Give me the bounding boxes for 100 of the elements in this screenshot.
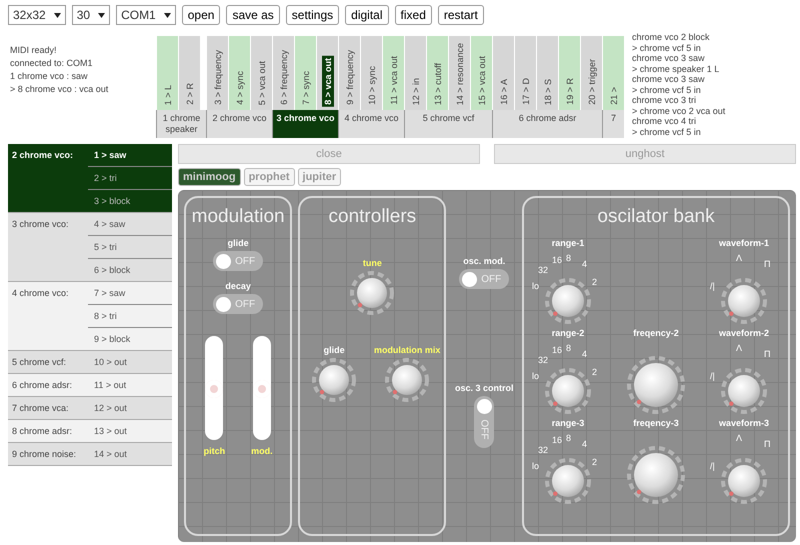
connection-line: > chrome vco 2 vca out (632, 106, 726, 116)
device-header[interactable]: 6 chrome adsr (492, 110, 602, 138)
output-item[interactable]: 7 > saw (88, 282, 172, 305)
knob[interactable] (544, 457, 592, 505)
patch-input-tab[interactable]: 9 > frequency (338, 36, 360, 110)
device-name: 9 chrome noise: (11, 448, 78, 461)
output-item[interactable]: 1 > saw (88, 144, 172, 167)
scale-mark: 16 (552, 435, 562, 445)
patch-input-tab[interactable]: 18 > S (536, 36, 558, 110)
device-name: 5 chrome vcf: (11, 356, 68, 369)
dropdown[interactable]: 32x32 (8, 5, 66, 25)
toolbar-button[interactable]: settings (286, 5, 340, 25)
output-item[interactable]: 9 > block (88, 328, 172, 350)
patch-input-tab[interactable]: 13 > cutoff (426, 36, 448, 110)
scale-mark: Λ (736, 433, 742, 443)
patch-input-tab[interactable]: 17 > D (514, 36, 536, 110)
knob[interactable] (385, 358, 430, 402)
control-label: osc. 3 control (454, 383, 514, 393)
scale-mark: 8 (566, 343, 572, 353)
knob[interactable] (544, 367, 592, 415)
scale-mark: Π (764, 259, 771, 269)
knob[interactable] (544, 277, 592, 325)
connection-line: > chrome vcf 5 in (632, 42, 702, 53)
connection-line: chrome vco 3 saw (632, 74, 706, 84)
scale-mark: 32 (538, 445, 548, 455)
caret-icon (164, 12, 171, 18)
toolbar-button[interactable]: fixed (394, 5, 432, 25)
device-header[interactable]: 3 chrome vco (272, 110, 338, 138)
control-label: waveform-1 (719, 238, 770, 248)
scale-mark: 16 (552, 255, 562, 265)
device-header[interactable]: 7 (602, 110, 624, 138)
control-label: glide (324, 345, 345, 355)
patch-input-tab[interactable]: 11 > vca out (382, 36, 404, 110)
device-header[interactable]: 4 chrome vco (338, 110, 404, 138)
control-label: freqency-2 (633, 328, 679, 338)
knob[interactable] (626, 445, 686, 505)
dropdown[interactable]: COM1 (116, 5, 176, 25)
patch-input-tab[interactable]: 2 > R (178, 36, 200, 110)
toolbar-button[interactable]: save as (226, 5, 280, 25)
toolbar-button[interactable]: open (182, 5, 220, 25)
knob[interactable] (350, 271, 394, 315)
log-line: connected to: COM1 (10, 57, 94, 70)
scale-mark: Π (764, 349, 771, 359)
patch-input-tab[interactable]: 15 > vca out (470, 36, 492, 110)
patch-input-tab[interactable]: 10 > sync (360, 36, 382, 110)
toolbar-button[interactable]: restart (438, 5, 484, 25)
output-item[interactable]: 3 > block (88, 190, 172, 212)
output-item[interactable]: 10 > out (88, 351, 172, 373)
patch-input-tab[interactable]: 21 > (602, 36, 624, 110)
scale-mark: lo (532, 461, 540, 471)
patch-input-tab[interactable]: 14 > resonance (448, 36, 470, 110)
control-label: freqency-3 (633, 418, 679, 428)
output-item[interactable]: 4 > saw (88, 213, 172, 236)
control-label: mod. (251, 446, 273, 456)
output-item[interactable]: 5 > tri (88, 236, 172, 259)
knob[interactable] (312, 358, 356, 402)
caret-icon (54, 12, 61, 18)
output-item[interactable]: 2 > tri (88, 167, 172, 190)
patch-input-tab[interactable]: 16 > A (492, 36, 514, 110)
scale-mark: lo (532, 281, 540, 291)
scale-mark: Λ (736, 343, 742, 353)
patch-input-tab[interactable]: 6 > frequency (272, 36, 294, 110)
slider-thumb[interactable] (252, 380, 271, 398)
output-item[interactable]: 14 > out (88, 443, 172, 465)
scale-mark: 4 (582, 439, 588, 449)
log-line: > 8 chrome vco : vca out (10, 83, 110, 96)
device-header[interactable]: 2 chrome vco (206, 110, 272, 138)
output-item[interactable]: 6 > block (88, 259, 172, 281)
patch-input-tab[interactable]: 8 > vca out (316, 36, 338, 110)
patch-input-tab[interactable]: 19 > R (558, 36, 580, 110)
scale-mark: 4 (582, 349, 588, 359)
log-line: 1 chrome vco : saw (10, 70, 89, 83)
scale-mark: 4 (582, 259, 588, 269)
section-title: oscilator bank (597, 206, 715, 228)
control-label: waveform-2 (719, 328, 770, 338)
output-item[interactable]: 8 > tri (88, 305, 172, 328)
patch-input-tab[interactable]: 20 > trigger (580, 36, 602, 110)
output-item[interactable]: 12 > out (88, 397, 172, 419)
patch-input-tab[interactable]: 1 > L (156, 36, 178, 110)
connection-line: chrome vco 2 block (632, 32, 711, 42)
control-label: pitch (204, 446, 226, 456)
device-header[interactable]: 5 chrome vcf (404, 110, 492, 138)
knob[interactable] (720, 367, 768, 415)
patch-input-tab[interactable]: 3 > frequency (206, 36, 228, 110)
device-header[interactable]: 1 chrome speaker (156, 110, 206, 138)
patch-input-tab[interactable]: 7 > sync (294, 36, 316, 110)
toolbar-button[interactable]: digital (345, 5, 389, 25)
dropdown[interactable]: 30 (72, 5, 110, 25)
slider-thumb[interactable] (205, 380, 224, 398)
output-item[interactable]: 11 > out (88, 374, 172, 396)
patch-input-tab[interactable]: 5 > vca out (250, 36, 272, 110)
scale-mark: Π (764, 439, 771, 449)
output-item[interactable]: 13 > out (88, 420, 172, 442)
patch-input-tab[interactable]: 12 > in (404, 36, 426, 110)
preset-tab[interactable]: minimoog (178, 168, 241, 186)
patch-input-tab[interactable]: 4 > sync (228, 36, 250, 110)
knob[interactable] (626, 355, 686, 415)
knob[interactable] (720, 277, 768, 325)
knob[interactable] (720, 457, 768, 505)
control-label: waveform-3 (719, 418, 770, 428)
